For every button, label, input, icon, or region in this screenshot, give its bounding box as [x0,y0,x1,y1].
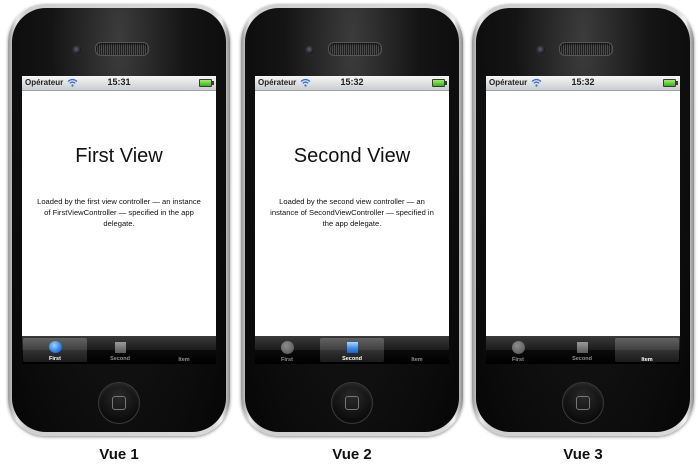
status-time: 15:32 [571,77,595,87]
status-time: 15:31 [107,77,131,87]
speaker-grille [95,42,149,56]
iphone-frame: Opérateur 15:31 First View Loaded by the… [8,4,230,436]
home-button[interactable] [562,382,604,424]
tab-label: Second [572,356,592,362]
status-bar: Opérateur 15:31 [22,76,216,91]
speaker-grille [328,42,382,56]
iphone-frame: Opérateur 15:32 Second View Loaded by th… [241,4,463,436]
tab-label: Item [178,357,190,363]
iphone-frame: Opérateur 15:32 First Second Item [472,4,694,436]
tab-first[interactable]: First [255,336,319,364]
iphone-body: Opérateur 15:31 First View Loaded by the… [12,8,226,432]
square-icon [114,342,126,353]
camera-icon [305,45,315,55]
tab-bar: First Second Item [486,336,680,364]
tab-label: Second [342,356,362,362]
view-description: Loaded by the first view controller — an… [37,197,201,228]
screen: Opérateur 15:31 First View Loaded by the… [22,76,216,364]
tab-first[interactable]: First [486,336,550,364]
status-bar: Opérateur 15:32 [255,76,449,91]
speaker-grille [559,42,613,56]
home-square-icon [576,396,590,410]
tab-label: First [49,356,61,362]
phone-caption: Vue 1 [99,446,139,463]
view-title: First View [75,145,163,167]
square-icon [576,342,588,353]
battery-icon [663,79,678,87]
circle-icon [48,341,62,353]
camera-icon [536,45,546,55]
iphone-body: Opérateur 15:32 Second View Loaded by th… [245,8,459,432]
tab-second[interactable]: Second [320,338,384,362]
circle-icon [511,341,525,354]
battery-icon [199,79,214,87]
tab-label: Item [641,357,653,363]
tab-label: Second [110,356,130,362]
phone-column-2: Opérateur 15:32 Second View Loaded by th… [241,0,469,470]
tab-label: First [281,357,293,363]
tab-item[interactable]: Item [615,338,679,363]
phone-caption: Vue 3 [563,446,603,463]
phone-column-3: Opérateur 15:32 First Second Item Vue 3 [472,0,700,470]
home-square-icon [345,396,359,410]
status-bar: Opérateur 15:32 [486,76,680,91]
battery-icon [432,79,447,87]
view-description: Loaded by the second view controller — a… [270,197,434,228]
tab-bar: First Second Item [22,336,216,364]
status-time: 15:32 [340,77,364,87]
view-title: Second View [293,145,411,167]
tab-second[interactable]: Second [550,336,614,364]
phone-column-1: Opérateur 15:31 First View Loaded by the… [8,0,236,470]
screenshot-stage: Opérateur 15:31 First View Loaded by the… [0,0,700,470]
tab-item[interactable]: Item [152,336,216,364]
tab-label: Item [411,357,423,363]
camera-icon [72,45,82,55]
iphone-body: Opérateur 15:32 First Second Item [476,8,690,432]
tab-label: First [512,357,524,363]
circle-icon [280,341,294,354]
tab-bar: First Second Item [255,336,449,364]
tab-first[interactable]: First [23,338,87,362]
screen: Opérateur 15:32 First Second Item [486,76,680,364]
home-square-icon [112,396,126,410]
home-button[interactable] [98,382,140,424]
phone-caption: Vue 2 [332,446,372,463]
square-icon [346,342,358,353]
tab-item[interactable]: Item [385,336,449,364]
screen: Opérateur 15:32 Second View Loaded by th… [255,76,449,364]
tab-second[interactable]: Second [88,336,152,364]
home-button[interactable] [331,382,373,424]
